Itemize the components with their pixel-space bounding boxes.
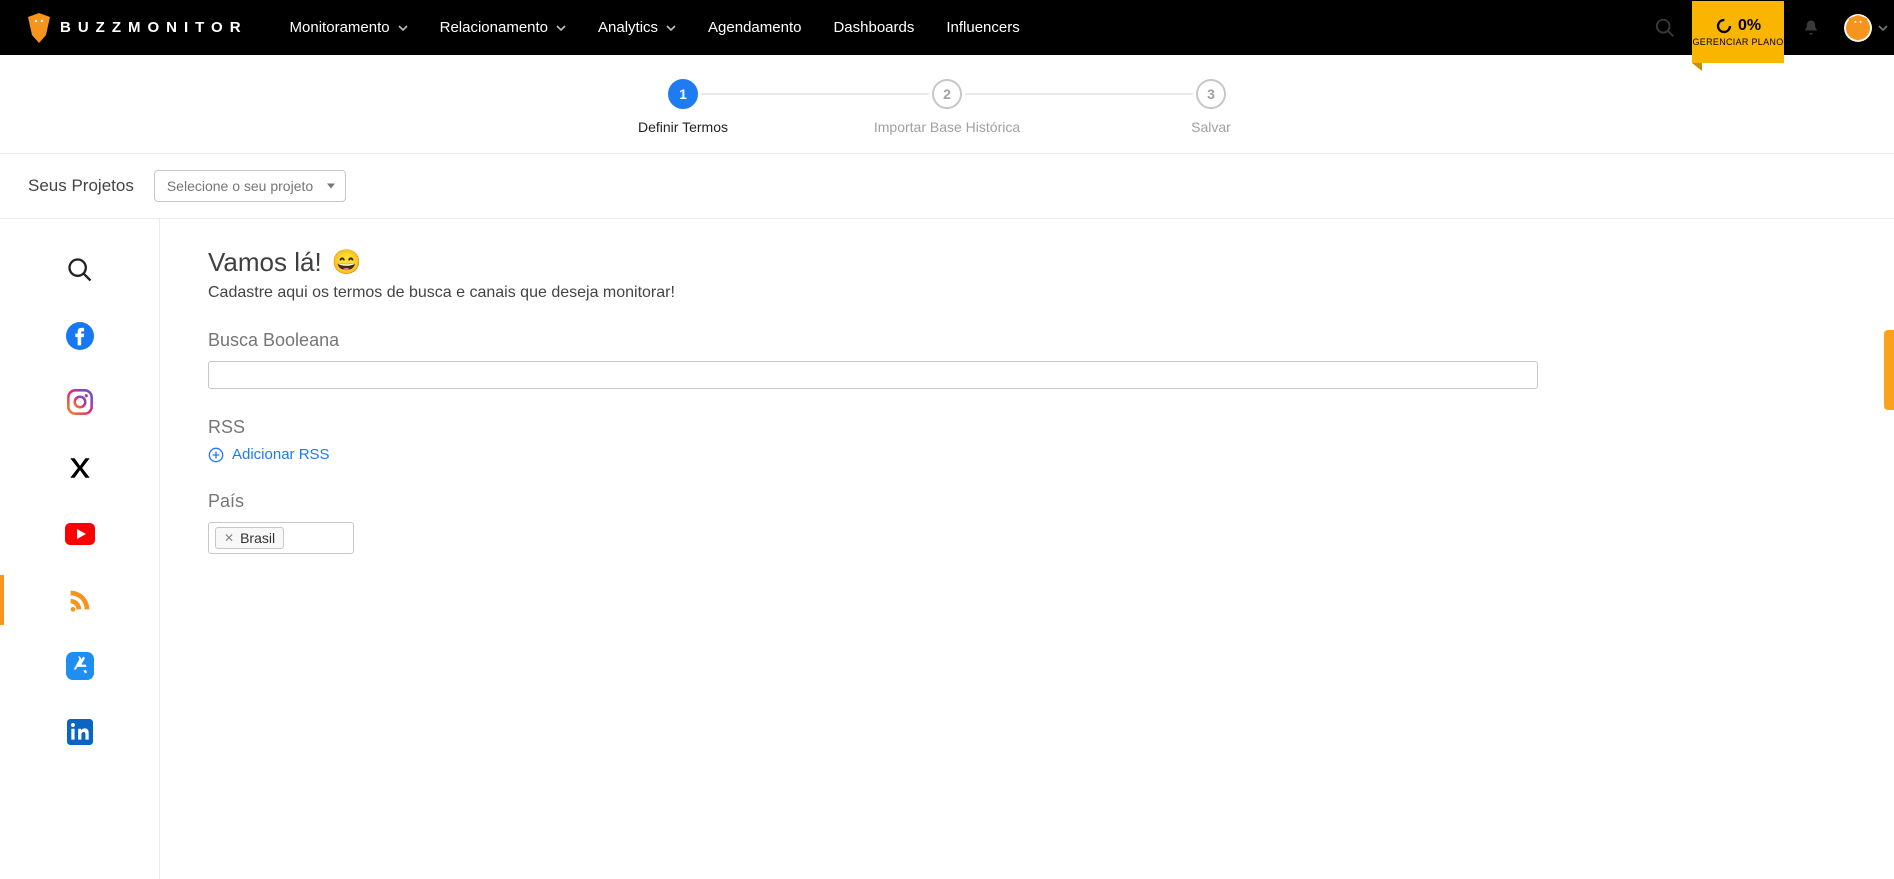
top-bar: BUZZMONITOR Monitoramento Relacionamento… [0,0,1894,55]
rail-item-facebook[interactable] [52,315,108,357]
youtube-icon [65,523,95,545]
rail-item-instagram[interactable] [52,381,108,423]
facebook-icon [66,322,94,350]
tag-remove-icon[interactable]: ✕ [224,532,234,544]
project-select-placeholder: Selecione o seu projeto [167,178,313,194]
step-1[interactable]: 1 Definir Termos [551,79,815,135]
page-subtitle: Cadastre aqui os termos de busca e canai… [208,284,1874,302]
nav-item-label: Relacionamento [440,19,548,36]
account-menu-button[interactable] [1838,0,1894,55]
nav-item-agendamento[interactable]: Agendamento [708,19,801,36]
step-2[interactable]: 2 Importar Base Histórica [815,79,1079,135]
chevron-down-icon [666,23,676,33]
appstore-icon [66,652,94,680]
section-pais: País ✕ Brasil [208,491,1874,554]
rail-item-search[interactable] [52,249,108,291]
nav-item-analytics[interactable]: Analytics [598,19,676,36]
project-row: Seus Projetos Selecione o seu projeto [0,153,1894,219]
step-label: Salvar [1191,119,1231,135]
brand-logo-mark-icon [28,13,50,43]
section-label: País [208,491,1874,512]
section-label: Busca Booleana [208,330,1874,351]
rail-item-linkedin[interactable] [52,711,108,753]
add-rss-label: Adicionar RSS [232,446,330,463]
plan-percent: 0% [1738,17,1761,35]
feedback-side-tab[interactable] [1884,330,1894,410]
rail-item-appstore[interactable] [52,645,108,687]
smile-emoji-icon: 😄 [332,248,362,277]
search-icon [66,256,94,284]
nav-item-label: Dashboards [833,19,914,36]
page-title: Vamos lá! [208,247,322,278]
spinner-icon [1715,17,1733,35]
nav-item-relacionamento[interactable]: Relacionamento [440,19,566,36]
nav-item-label: Analytics [598,19,658,36]
linkedin-icon [67,719,93,745]
add-rss-button[interactable]: Adicionar RSS [208,446,1874,463]
plan-usage-badge[interactable]: 0% GERENCIAR PLANO [1692,1,1784,63]
step-label: Importar Base Histórica [874,119,1020,135]
rail-item-twitter[interactable] [52,447,108,489]
main-content: Vamos lá! 😄 Cadastre aqui os termos de b… [160,219,1894,879]
country-tag-label: Brasil [240,530,275,546]
top-right: 0% GERENCIAR PLANO [1638,0,1894,55]
brand-logo-text: BUZZMONITOR [60,19,248,36]
step-number: 2 [943,86,951,102]
step-label: Definir Termos [638,119,728,135]
section-boolean: Busca Booleana [208,330,1874,389]
channel-rail [0,219,160,879]
chevron-down-icon [398,23,408,33]
nav-item-label: Influencers [946,19,1019,36]
section-rss: RSS Adicionar RSS [208,417,1874,463]
step-dot: 1 [668,79,698,109]
caret-down-icon [327,184,335,189]
nav-item-label: Agendamento [708,19,801,36]
wizard-stepper: 1 Definir Termos 2 Importar Base Históri… [0,55,1894,153]
chevron-down-icon [1878,23,1888,33]
nav-item-monitoramento[interactable]: Monitoramento [290,19,408,36]
step-number: 1 [679,86,687,102]
section-label: RSS [208,417,1874,438]
avatar-icon [1844,14,1872,42]
project-select[interactable]: Selecione o seu projeto [154,170,346,202]
nav-item-dashboards[interactable]: Dashboards [833,19,914,36]
step-number: 3 [1207,86,1215,102]
instagram-icon [66,388,94,416]
search-icon [1654,17,1676,39]
bell-icon [1801,18,1821,38]
country-tag: ✕ Brasil [215,527,284,549]
nav-item-influencers[interactable]: Influencers [946,19,1019,36]
global-search-button[interactable] [1638,0,1692,55]
notifications-button[interactable] [1784,0,1838,55]
main-nav: Monitoramento Relacionamento Analytics A… [290,19,1020,36]
step-dot: 2 [932,79,962,109]
nav-item-label: Monitoramento [290,19,390,36]
rail-item-youtube[interactable] [52,513,108,555]
rss-icon [66,586,94,614]
twitter-x-icon [67,455,93,481]
brand-logo[interactable]: BUZZMONITOR [0,13,270,43]
plan-manage-label: GERENCIAR PLANO [1692,37,1783,47]
step-dot: 3 [1196,79,1226,109]
chevron-down-icon [556,23,566,33]
rail-item-rss[interactable] [52,579,108,621]
boolean-search-input[interactable] [208,361,1538,389]
project-row-label: Seus Projetos [28,176,134,196]
plus-circle-icon [208,447,224,463]
step-3[interactable]: 3 Salvar [1079,79,1343,135]
country-tag-input[interactable]: ✕ Brasil [208,522,354,554]
